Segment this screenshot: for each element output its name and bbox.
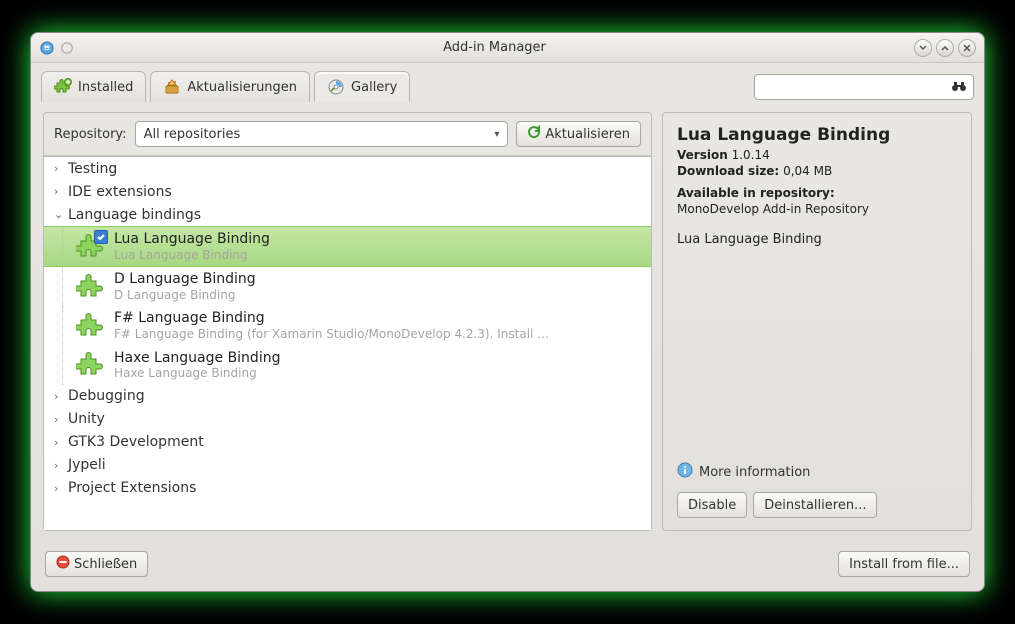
addin-item[interactable]: D Language BindingD Language Binding — [44, 267, 651, 306]
category-label: Language bindings — [68, 207, 201, 223]
tree-category[interactable]: › Debugging — [44, 385, 651, 408]
install-from-file-button[interactable]: Install from file... — [838, 551, 970, 577]
tab-row: Installed Aktualisierungen Gallery — [41, 71, 410, 102]
tree-category[interactable]: › IDE extensions — [44, 180, 651, 203]
left-panel: Repository: All repositories ▾ Aktualisi… — [43, 112, 652, 531]
details-panel: Lua Language Binding Version 1.0.14 Down… — [662, 112, 972, 531]
binoculars-icon — [951, 77, 967, 96]
addin-item[interactable]: Haxe Language BindingHaxe Language Bindi… — [44, 346, 651, 385]
close-button-footer[interactable]: Schließen — [45, 551, 148, 577]
details-size: Download size: 0,04 MB — [677, 164, 957, 178]
addin-item[interactable]: F# Language BindingF# Language Binding (… — [44, 306, 651, 345]
tree-category[interactable]: › Testing — [44, 157, 651, 180]
more-information-link[interactable]: More information — [677, 462, 957, 482]
footer: Schließen Install from file... — [31, 541, 984, 591]
puzzle-icon — [76, 232, 106, 262]
details-description: Lua Language Binding — [677, 232, 957, 452]
tree-category[interactable]: › Jypeli — [44, 454, 651, 477]
disable-button[interactable]: Disable — [677, 492, 747, 518]
uninstall-button[interactable]: Deinstallieren... — [753, 492, 877, 518]
chevron-right-icon: › — [54, 390, 64, 403]
refresh-icon — [527, 125, 541, 143]
update-icon — [163, 78, 181, 96]
window-title: Add-in Manager — [79, 40, 910, 55]
tree-category[interactable]: › Unity — [44, 408, 651, 431]
details-repo-label: Available in repository: — [677, 186, 957, 200]
details-title: Lua Language Binding — [677, 125, 957, 145]
repository-label: Repository: — [54, 127, 127, 142]
info-icon — [677, 462, 693, 482]
app-icon — [39, 40, 55, 56]
cancel-icon — [56, 555, 70, 573]
tab-label: Installed — [78, 80, 133, 95]
maximize-button[interactable] — [936, 39, 954, 57]
chevron-right-icon: › — [54, 185, 64, 198]
addin-name: F# Language Binding — [114, 310, 554, 327]
refresh-label: Aktualisieren — [545, 127, 630, 142]
pin-icon[interactable] — [59, 40, 75, 56]
repository-selected: All repositories — [144, 127, 241, 142]
addin-name: D Language Binding — [114, 271, 256, 288]
tree-category[interactable]: ⌄ Language bindings — [44, 203, 651, 226]
repo-row: Repository: All repositories ▾ Aktualisi… — [44, 113, 651, 156]
addin-desc: Lua Language Binding — [114, 248, 270, 262]
refresh-button[interactable]: Aktualisieren — [516, 121, 641, 147]
addin-desc: D Language Binding — [114, 288, 256, 302]
chevron-right-icon: › — [54, 162, 64, 175]
addin-manager-window: Add-in Manager Installed Aktualisierunge… — [30, 32, 985, 592]
category-label: GTK3 Development — [68, 434, 204, 450]
category-label: Jypeli — [68, 457, 106, 473]
gallery-icon — [327, 78, 345, 96]
details-repo: MonoDevelop Add-in Repository — [677, 202, 957, 216]
repository-combo[interactable]: All repositories ▾ — [135, 121, 509, 147]
toolbar: Installed Aktualisierungen Gallery — [31, 63, 984, 102]
chevron-down-icon: ▾ — [494, 129, 499, 140]
close-button[interactable] — [958, 39, 976, 57]
tree-category[interactable]: › GTK3 Development — [44, 431, 651, 454]
content: Repository: All repositories ▾ Aktualisi… — [31, 102, 984, 541]
addin-desc: Haxe Language Binding — [114, 366, 280, 380]
addin-name: Haxe Language Binding — [114, 350, 280, 367]
details-actions: Disable Deinstallieren... — [677, 492, 957, 518]
puzzle-icon — [76, 272, 106, 302]
addin-item[interactable]: Lua Language BindingLua Language Binding — [44, 226, 651, 267]
installed-check-icon — [94, 230, 108, 244]
puzzle-icon — [76, 350, 106, 380]
category-label: Debugging — [68, 388, 145, 404]
category-label: Project Extensions — [68, 480, 196, 496]
tree-category[interactable]: › Project Extensions — [44, 477, 651, 500]
tab-label: Aktualisierungen — [187, 80, 297, 95]
addin-tree[interactable]: › Testing › IDE extensions ⌄ Language binding… — [44, 156, 651, 530]
tab-installed[interactable]: Installed — [41, 71, 146, 102]
category-label: Testing — [68, 161, 117, 177]
chevron-right-icon: › — [54, 482, 64, 495]
tab-gallery[interactable]: Gallery — [314, 71, 410, 102]
category-label: IDE extensions — [68, 184, 172, 200]
details-version: Version 1.0.14 — [677, 148, 957, 162]
chevron-right-icon: › — [54, 436, 64, 449]
minimize-button[interactable] — [914, 39, 932, 57]
chevron-right-icon: › — [54, 459, 64, 472]
search-box[interactable] — [754, 74, 974, 100]
tab-updates[interactable]: Aktualisierungen — [150, 71, 310, 102]
tab-label: Gallery — [351, 80, 397, 95]
titlebar: Add-in Manager — [31, 33, 984, 63]
puzzle-icon — [76, 311, 106, 341]
addin-desc: F# Language Binding (for Xamarin Studio/… — [114, 327, 554, 341]
search-input[interactable] — [761, 80, 945, 94]
chevron-right-icon: › — [54, 413, 64, 426]
category-label: Unity — [68, 411, 105, 427]
chevron-down-icon: ⌄ — [54, 208, 64, 221]
puzzle-plus-icon — [54, 78, 72, 96]
addin-name: Lua Language Binding — [114, 231, 270, 248]
